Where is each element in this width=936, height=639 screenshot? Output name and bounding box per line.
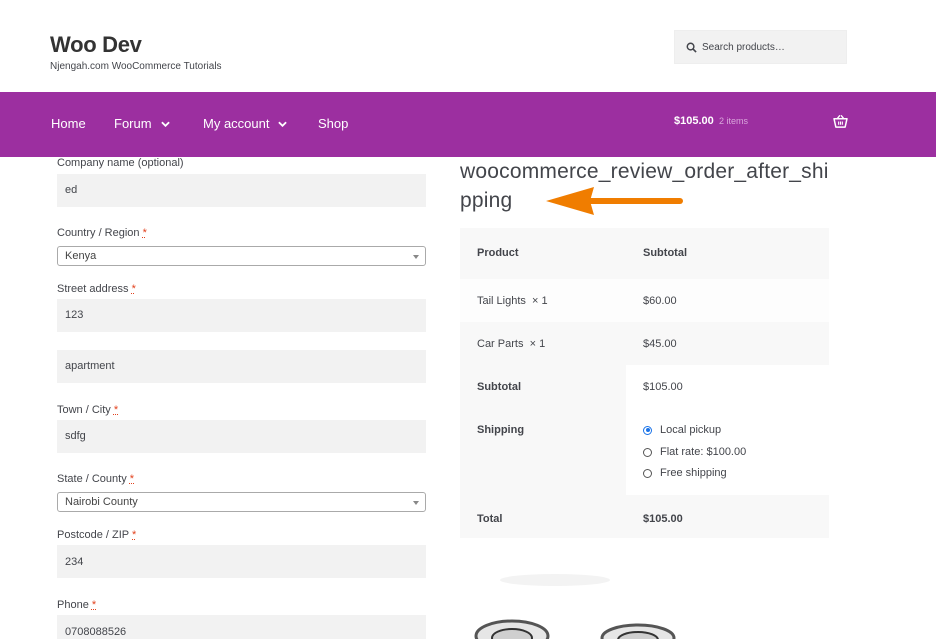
shipping-option-local-pickup[interactable]: Local pickup	[643, 424, 721, 436]
town-label: Town / City *	[57, 404, 119, 416]
column-header-product: Product	[477, 247, 519, 259]
subtotal-value: $105.00	[643, 381, 683, 393]
column-header-subtotal: Subtotal	[643, 247, 687, 259]
nav-item-home[interactable]: Home	[51, 116, 86, 131]
cart-amount[interactable]: $105.00	[674, 115, 714, 127]
total-value: $105.00	[643, 513, 683, 525]
site-title[interactable]: Woo Dev	[50, 32, 142, 58]
search-input[interactable]	[702, 31, 842, 63]
state-select[interactable]: Nairobi County	[57, 492, 426, 512]
street-address-2-field[interactable]: apartment	[57, 350, 426, 383]
company-label: Company name (optional)	[57, 157, 184, 169]
shipping-label: Shipping	[477, 424, 525, 436]
product-image	[474, 574, 676, 639]
nav-item-shop[interactable]: Shop	[318, 116, 348, 131]
shipping-option-flat-rate[interactable]: Flat rate: $100.00	[643, 446, 746, 458]
product-name: Tail Lights × 1	[477, 295, 548, 307]
country-select[interactable]: Kenya	[57, 246, 426, 266]
postcode-field[interactable]: 234	[57, 545, 426, 578]
basket-icon[interactable]	[833, 115, 848, 128]
town-field[interactable]: sdfg	[57, 420, 426, 453]
nav-item-label: Shop	[318, 116, 349, 131]
nav-item-my-account[interactable]: My account	[203, 116, 288, 131]
chevron-down-icon	[160, 121, 170, 127]
nav-item-label: My account	[203, 116, 270, 131]
postcode-label: Postcode / ZIP *	[57, 529, 137, 541]
radio-button[interactable]	[643, 447, 652, 457]
order-review-table: Product Subtotal Tail Lights × 1 $60.00 …	[460, 228, 829, 538]
radio-button[interactable]	[643, 425, 652, 435]
subtotal-row: Subtotal $105.00	[460, 365, 829, 408]
site-header: Woo Dev Njengah.com WooCommerce Tutorial…	[0, 0, 936, 92]
search-icon	[686, 42, 697, 53]
primary-navigation: Home Forum My account Shop $105.00 2 ite…	[0, 92, 936, 157]
street-label: Street address *	[57, 283, 136, 295]
cart-count[interactable]: 2 items	[719, 116, 748, 126]
radio-button[interactable]	[643, 468, 652, 478]
street-address-field[interactable]: 123	[57, 299, 426, 332]
nav-item-forum[interactable]: Forum	[114, 116, 170, 131]
shipping-row: Shipping Local pickup Flat rate: $100.00…	[460, 408, 829, 495]
arrow-annotation-icon	[546, 187, 683, 215]
site-description: Njengah.com WooCommerce Tutorials	[50, 61, 222, 72]
chevron-down-icon	[278, 121, 288, 127]
country-label: Country / Region *	[57, 227, 147, 239]
total-label: Total	[477, 513, 503, 525]
company-field[interactable]: ed	[57, 174, 426, 207]
nav-item-label: Home	[51, 116, 86, 131]
table-header-row: Product Subtotal	[460, 228, 829, 279]
subtotal-label: Subtotal	[477, 381, 521, 393]
dropdown-arrow-icon	[413, 501, 419, 505]
shipping-option-free-shipping[interactable]: Free shipping	[643, 467, 727, 479]
phone-field[interactable]: 0708088526	[57, 615, 426, 639]
table-row: Tail Lights × 1 $60.00	[460, 279, 829, 322]
phone-label: Phone *	[57, 599, 97, 611]
nav-item-label: Forum	[114, 116, 152, 131]
product-name: Car Parts × 1	[477, 338, 546, 350]
product-subtotal: $60.00	[643, 295, 677, 307]
product-subtotal: $45.00	[643, 338, 677, 350]
state-label: State / County *	[57, 473, 135, 485]
total-row: Total $105.00	[460, 495, 829, 538]
dropdown-arrow-icon	[413, 255, 419, 259]
search-form[interactable]	[674, 30, 847, 64]
table-row: Car Parts × 1 $45.00	[460, 322, 829, 365]
